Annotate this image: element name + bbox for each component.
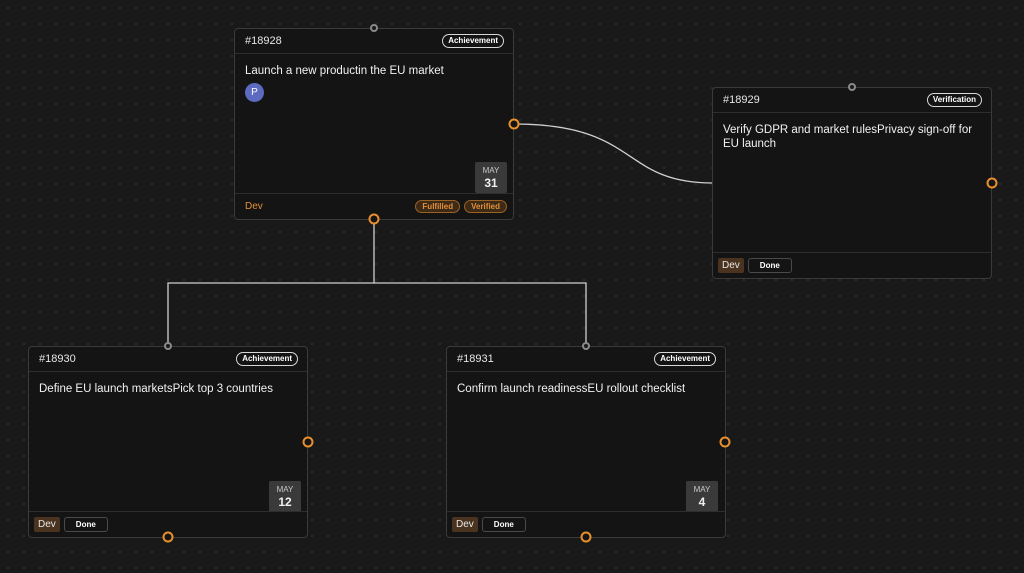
team-label[interactable]: Dev xyxy=(34,517,60,532)
output-port-right-18930[interactable] xyxy=(302,436,314,448)
card-header: #18930 Achievement xyxy=(29,347,307,372)
input-port-18930[interactable] xyxy=(164,342,172,350)
edge-18928-to-18931 xyxy=(374,282,587,346)
verified-badge[interactable]: Verified xyxy=(464,200,507,213)
team-label[interactable]: Dev xyxy=(718,258,744,273)
output-port-bottom-18928[interactable] xyxy=(368,213,380,225)
due-date-badge: MAY 31 xyxy=(475,162,507,193)
input-port-18931[interactable] xyxy=(582,342,590,350)
due-date-badge: MAY 4 xyxy=(686,481,718,512)
status-badge[interactable]: Done xyxy=(747,258,792,273)
card-id: #18928 xyxy=(245,35,282,47)
type-badge: Achievement xyxy=(236,352,298,366)
node-card-18931[interactable]: #18931 Achievement Confirm launch readin… xyxy=(446,346,726,538)
due-date-badge: MAY 12 xyxy=(269,481,301,512)
output-port-bottom-18931[interactable] xyxy=(580,531,592,543)
status-badge[interactable]: Done xyxy=(481,517,526,532)
due-day: 12 xyxy=(278,494,292,509)
card-header: #18931 Achievement xyxy=(447,347,725,372)
card-title: Confirm launch readinessEU rollout check… xyxy=(457,383,686,395)
avatar[interactable]: P xyxy=(245,83,264,102)
type-badge: Achievement xyxy=(654,352,716,366)
node-card-18929[interactable]: #18929 Verification Verify GDPR and mark… xyxy=(712,87,992,279)
card-header: #18928 Achievement xyxy=(235,29,513,54)
card-id: #18929 xyxy=(723,94,760,106)
due-month: MAY xyxy=(693,484,711,494)
type-badge: Verification xyxy=(926,93,982,107)
node-card-18930[interactable]: #18930 Achievement Define EU launch mark… xyxy=(28,346,308,538)
type-badge: Achievement xyxy=(442,34,504,48)
due-day: 4 xyxy=(698,494,706,509)
card-title: Define EU launch marketsPick top 3 count… xyxy=(39,383,273,395)
card-header: #18929 Verification xyxy=(713,88,991,113)
team-label[interactable]: Dev xyxy=(452,517,478,532)
input-port-18928[interactable] xyxy=(370,24,378,32)
due-day: 31 xyxy=(484,175,498,190)
node-card-18928[interactable]: #18928 Achievement Launch a new producti… xyxy=(234,28,514,220)
card-footer: Dev Done xyxy=(713,252,991,278)
input-port-18929[interactable] xyxy=(848,83,856,91)
status-badge[interactable]: Done xyxy=(63,517,108,532)
output-port-right-18929[interactable] xyxy=(986,177,998,189)
edge-18928-to-18930 xyxy=(167,219,375,346)
due-month: MAY xyxy=(482,165,500,175)
output-port-right-18928[interactable] xyxy=(508,118,520,130)
fulfilled-badge[interactable]: Fulfilled xyxy=(415,200,461,213)
due-month: MAY xyxy=(276,484,294,494)
edge-18928-to-18929 xyxy=(513,123,714,184)
output-port-right-18931[interactable] xyxy=(719,436,731,448)
card-title: Launch a new productin the EU market xyxy=(245,65,444,77)
card-title: Verify GDPR and market rulesPrivacy sign… xyxy=(723,124,973,150)
card-id: #18931 xyxy=(457,353,494,365)
card-id: #18930 xyxy=(39,353,76,365)
output-port-bottom-18930[interactable] xyxy=(162,531,174,543)
team-label[interactable]: Dev xyxy=(245,201,263,212)
